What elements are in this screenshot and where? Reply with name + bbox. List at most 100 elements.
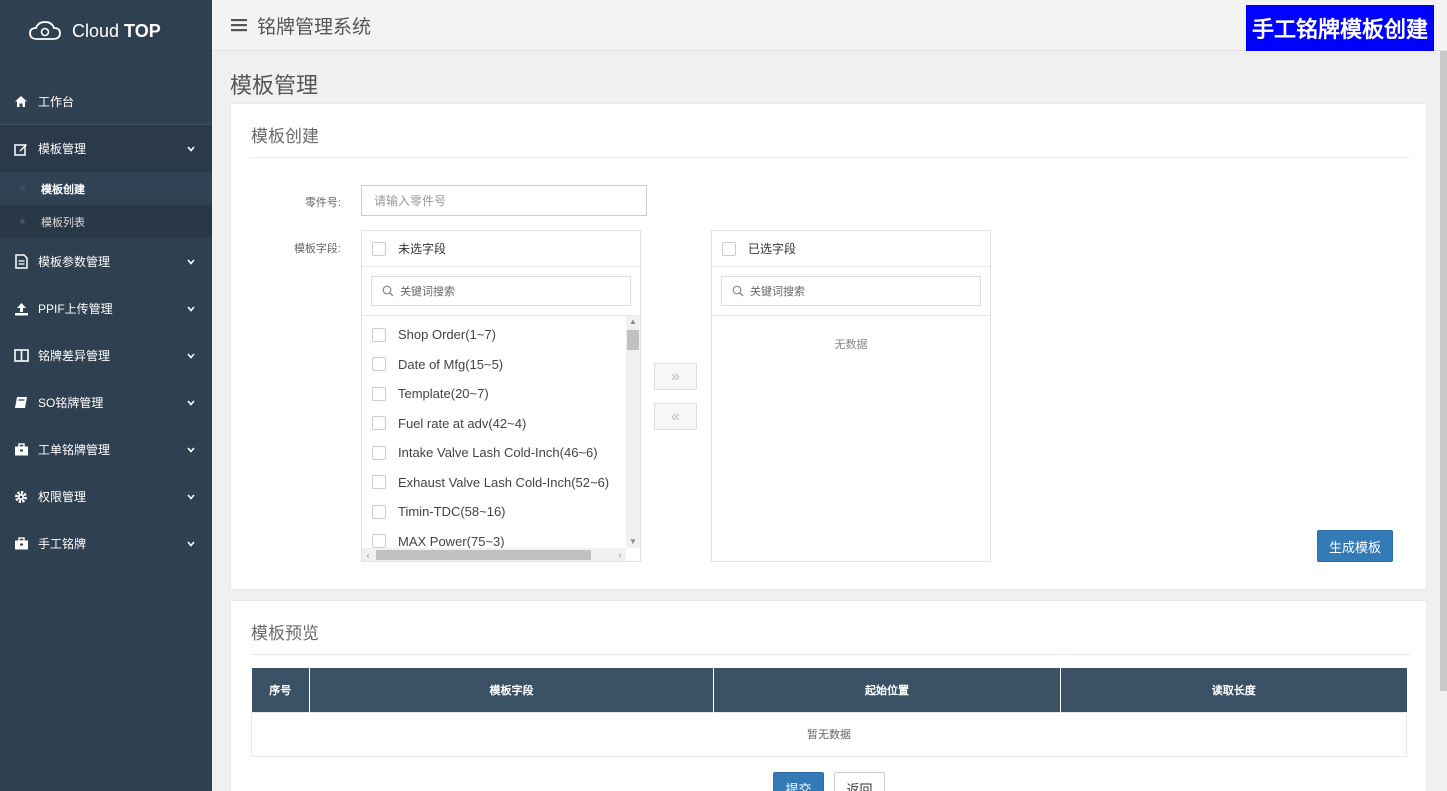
unselected-header: 未选字段 [362,231,640,267]
page-title: 模板管理 [230,73,319,98]
divider [251,654,1410,655]
scrollbar-thumb[interactable] [627,330,639,350]
field-item[interactable]: Fuel rate at adv(42~4) [362,409,640,439]
selected-search-input[interactable]: 关键词搜索 [721,276,981,306]
field-item[interactable]: Intake Valve Lash Cold-Inch(46~6) [362,438,640,468]
top-header: 铭牌管理系统 手工铭牌模板创建 [212,0,1447,51]
column-header-field[interactable]: 模板字段 [309,668,714,712]
sidebar-item-workorder-nameplate[interactable]: 工单铭牌管理 [0,426,212,473]
scrollbar-thumb[interactable] [376,550,591,560]
scroll-left-icon[interactable]: ‹ [362,548,374,561]
scroll-down-icon[interactable]: ▼ [626,536,640,548]
scroll-right-icon[interactable]: › [614,548,626,561]
panel-title: 模板预览 [251,624,319,643]
column-header-length[interactable]: 读取长度 [1060,668,1407,712]
sidebar-item-ppif-upload[interactable]: PPIF上传管理 [0,285,212,332]
page-scrollbar-thumb[interactable] [1440,51,1447,691]
page-scrollbar[interactable] [1440,51,1447,691]
part-number-input[interactable]: 请输入零件号 [361,185,647,216]
chevron-down-icon [187,305,195,312]
brand-name-light: Cloud [72,20,120,41]
select-all-checkbox[interactable] [372,241,386,256]
field-checkbox[interactable] [372,416,386,431]
field-checkbox[interactable] [372,504,386,519]
move-right-button[interactable]: » [654,363,697,390]
back-button[interactable]: 返回 [834,772,885,791]
empty-state-text: 无数据 [834,339,868,351]
upload-icon [13,301,29,317]
list-vertical-scrollbar[interactable]: ▲ ▼ [626,316,640,548]
part-number-label: 零件号: [304,197,341,209]
sidebar-item-label: 工单铭牌管理 [38,443,111,457]
sidebar-item-so-nameplate[interactable]: SO铭牌管理 [0,379,212,426]
sidebar-item-permissions[interactable]: 权限管理 [0,473,212,520]
sidebar-item-label: 工作台 [38,94,75,109]
search-placeholder: 关键词搜索 [750,286,805,298]
brand-logo[interactable]: Cloud TOP [0,0,212,62]
list-horizontal-scrollbar[interactable]: ‹ › [362,548,626,561]
system-title: 铭牌管理系统 [257,16,372,38]
field-checkbox[interactable] [372,386,386,401]
field-item[interactable]: Timin-TDC(58~16) [362,497,640,527]
chevron-down-icon [187,540,195,547]
chevron-down-icon [187,493,195,500]
sidebar-item-label: SO铭牌管理 [38,396,104,410]
sidebar-item-label: 模板管理 [38,142,87,156]
table-row: 暂无数据 [251,711,1407,757]
chevron-down-icon [187,145,195,152]
table-empty-text: 暂无数据 [251,711,1407,757]
field-item[interactable]: Date of Mfg(15~5) [362,350,640,380]
field-checkbox[interactable] [372,327,386,342]
briefcase-icon [13,442,29,458]
columns-icon [13,348,29,364]
field-item[interactable]: Template(20~7) [362,379,640,409]
unselected-fields-box: 未选字段 关键词搜索 Shop Order(1~7) Date of Mfg(1… [361,230,641,562]
chevron-down-icon [187,258,195,265]
document-icon [13,254,29,270]
search-icon [732,285,744,297]
unselected-search-input[interactable]: 关键词搜索 [371,276,631,306]
gear-icon [13,489,29,505]
template-create-panel: 模板创建 零件号: 请输入零件号 模板字段: 未选字段 关键词搜索 Shop O… [230,103,1427,590]
sidebar-item-workbench[interactable]: 工作台 [0,78,212,125]
field-label: Template(20~7) [398,386,489,402]
edit-icon [13,141,29,157]
search-icon [382,285,394,297]
menu-toggle-icon[interactable] [231,18,247,32]
field-label: Date of Mfg(15~5) [398,356,504,372]
column-header-index[interactable]: 序号 [251,668,310,712]
column-header-start[interactable]: 起始位置 [713,668,1061,712]
scroll-up-icon[interactable]: ▲ [626,316,640,328]
template-fields-label: 模板字段: [293,243,341,255]
field-label: Shop Order(1~7) [398,327,496,343]
field-checkbox[interactable] [372,357,386,372]
field-checkbox[interactable] [372,475,386,490]
generate-template-button[interactable]: 生成模板 [1317,530,1393,562]
sidebar-item-template-params[interactable]: 模板参数管理 [0,238,212,285]
field-checkbox[interactable] [372,445,386,460]
sidebar-item-template-management[interactable]: 模板管理 [0,125,212,172]
sidebar-item-manual-nameplate[interactable]: 手工铭牌 [0,520,212,567]
field-checkbox[interactable] [372,534,386,549]
sidebar-item-label: 手工铭牌 [38,537,87,551]
field-label: MAX Power(75~3) [398,533,505,549]
chevron-down-icon [187,352,195,359]
selected-header-label: 已选字段 [748,242,797,256]
sidebar-item-label: 铭牌差异管理 [38,349,111,363]
sidebar-item-label: 权限管理 [38,490,87,504]
sidebar: Cloud TOP 工作台 模板管理 模板创建 模板列表 模板参数管理 PPIF… [0,0,212,791]
unselected-header-label: 未选字段 [398,242,447,256]
home-icon [13,93,29,109]
select-all-checkbox[interactable] [722,241,736,256]
field-item[interactable]: Shop Order(1~7) [362,320,640,350]
submit-button[interactable]: 提交 [773,772,824,791]
preview-table: 序号 模板字段 起始位置 读取长度 暂无数据 [251,668,1407,757]
sidebar-item-nameplate-diff[interactable]: 铭牌差异管理 [0,332,212,379]
move-left-button[interactable]: « [654,403,697,430]
cloud-logo-icon [29,21,61,40]
sidebar-subitem-template-list[interactable]: 模板列表 [0,205,212,238]
sidebar-subitem-template-create[interactable]: 模板创建 [0,172,212,205]
field-label: Timin-TDC(58~16) [398,504,506,520]
field-item[interactable]: Exhaust Valve Lash Cold-Inch(52~6) [362,468,640,498]
briefcase-icon [13,536,29,552]
